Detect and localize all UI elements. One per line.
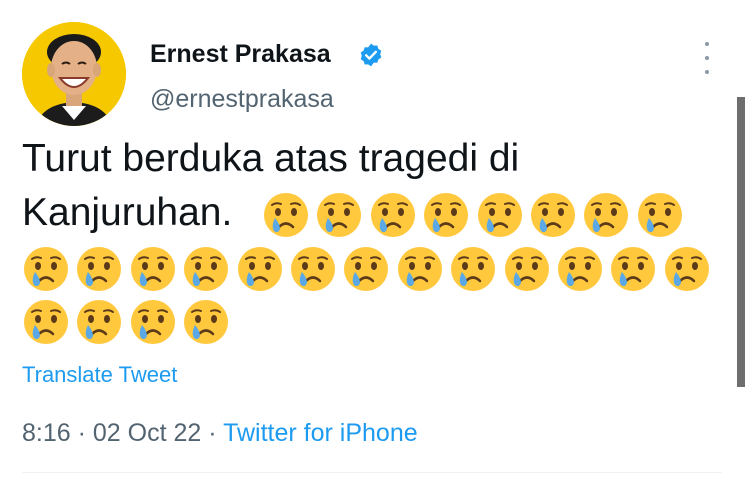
crying-face-emoji-icon xyxy=(289,245,337,293)
more-options-icon[interactable] xyxy=(693,40,721,76)
crying-face-emoji-icon xyxy=(663,245,711,293)
crying-face-emoji-icon xyxy=(75,245,123,293)
crying-face-emoji-icon xyxy=(369,191,417,239)
crying-face-emoji-icon xyxy=(396,245,444,293)
crying-face-emoji-icon xyxy=(129,245,177,293)
crying-face-emoji-icon xyxy=(582,191,630,239)
scrollbar[interactable] xyxy=(737,97,745,387)
tweet-source-link[interactable]: Twitter for iPhone xyxy=(223,419,418,447)
divider xyxy=(22,472,722,473)
crying-face-emoji-icon xyxy=(476,191,524,239)
crying-face-emoji-icon xyxy=(529,191,577,239)
crying-face-emoji-icon xyxy=(449,245,497,293)
author-display-name[interactable]: Ernest Prakasa xyxy=(150,40,331,69)
crying-face-emoji-icon xyxy=(342,245,390,293)
crying-face-emoji-icon xyxy=(636,191,684,239)
tweet-date[interactable]: 02 Oct 22 xyxy=(93,419,201,447)
crying-face-emoji-icon xyxy=(503,245,551,293)
crying-face-emoji-icon xyxy=(182,298,230,346)
avatar[interactable] xyxy=(22,22,126,126)
crying-face-emoji-icon xyxy=(75,298,123,346)
crying-face-emoji-icon xyxy=(236,245,284,293)
translate-tweet-link[interactable]: Translate Tweet xyxy=(22,362,177,388)
avatar-image xyxy=(22,22,126,126)
crying-face-emoji-icon xyxy=(22,245,70,293)
tweet-metadata: 8:16 · 02 Oct 22 · Twitter for iPhone xyxy=(22,419,418,448)
meta-separator: · xyxy=(208,419,217,447)
crying-face-emoji-icon xyxy=(182,245,230,293)
tweet-text-line-1: Turut berduka atas tragedi di xyxy=(22,137,520,180)
crying-face-emoji-icon xyxy=(129,298,177,346)
meta-separator: · xyxy=(77,419,86,447)
verified-badge-icon xyxy=(360,43,382,67)
crying-face-emoji-icon xyxy=(262,191,310,239)
crying-face-emoji-icon xyxy=(609,245,657,293)
author-handle[interactable]: @ernestprakasa xyxy=(150,85,334,114)
crying-face-emoji-icon xyxy=(556,245,604,293)
crying-face-emoji-icon xyxy=(315,191,363,239)
tweet-time[interactable]: 8:16 xyxy=(22,419,71,447)
crying-face-emoji-icon xyxy=(22,298,70,346)
crying-face-emoji-icon xyxy=(422,191,470,239)
